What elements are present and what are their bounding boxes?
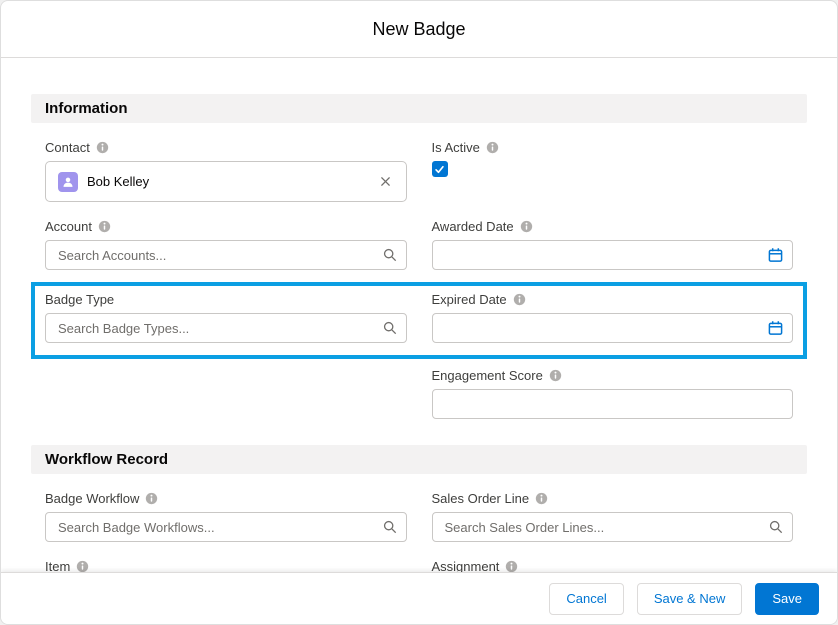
search-icon xyxy=(383,248,397,262)
contact-field: Contact Bob Kelley xyxy=(45,139,407,202)
info-icon xyxy=(96,141,109,154)
expired-date-label: Expired Date xyxy=(431,291,507,307)
engagement-score-label: Engagement Score xyxy=(431,367,543,383)
info-icon xyxy=(145,492,158,505)
badge-type-field: Badge Type xyxy=(45,291,407,343)
info-icon xyxy=(535,492,548,505)
section-header-workflow-record: Workflow Record xyxy=(31,445,807,474)
awarded-date-input[interactable] xyxy=(431,240,793,270)
info-icon xyxy=(76,560,89,573)
search-icon xyxy=(383,321,397,335)
info-icon xyxy=(505,560,518,573)
expired-date-input[interactable] xyxy=(431,313,793,343)
engagement-score-input[interactable] xyxy=(431,389,793,419)
badge-type-label: Badge Type xyxy=(45,291,115,307)
engagement-score-field: Engagement Score xyxy=(431,367,793,419)
new-badge-modal: New Badge Information Contact Bob Kelley xyxy=(0,0,838,625)
badge-workflow-search-input[interactable] xyxy=(45,512,407,542)
modal-body: Information Contact Bob Kelley Is Active… xyxy=(1,94,837,610)
info-icon xyxy=(513,293,526,306)
sales-order-line-label: Sales Order Line xyxy=(431,490,530,506)
empty-cell xyxy=(45,367,407,419)
expired-date-field: Expired Date xyxy=(431,291,793,343)
modal-footer: Cancel Save & New Save xyxy=(1,572,837,624)
form-row: Badge Type Expired Date xyxy=(35,291,803,355)
is-active-label: Is Active xyxy=(431,139,480,155)
search-icon xyxy=(383,520,397,534)
remove-contact-icon[interactable] xyxy=(377,173,394,190)
cancel-button[interactable]: Cancel xyxy=(549,582,624,615)
contact-lookup-pill[interactable]: Bob Kelley xyxy=(45,161,407,202)
account-search-input[interactable] xyxy=(45,240,407,270)
modal-header: New Badge xyxy=(1,1,837,58)
calendar-icon[interactable] xyxy=(768,321,783,336)
contact-avatar-icon xyxy=(58,171,78,192)
info-icon xyxy=(486,141,499,154)
form-row: Account Awarded Date xyxy=(31,218,807,270)
account-field: Account xyxy=(45,218,407,270)
info-icon xyxy=(98,220,111,233)
is-active-checkbox[interactable] xyxy=(431,161,448,177)
section-header-information: Information xyxy=(31,94,807,123)
info-icon xyxy=(520,220,533,233)
save-and-new-button[interactable]: Save & New xyxy=(636,582,743,615)
contact-selected-value: Bob Kelley xyxy=(87,174,150,189)
badge-workflow-field: Badge Workflow xyxy=(45,490,407,542)
form-row: Contact Bob Kelley Is Active xyxy=(31,139,807,202)
badge-type-search-input[interactable] xyxy=(45,313,407,343)
account-label: Account xyxy=(45,218,92,234)
calendar-icon[interactable] xyxy=(768,248,783,263)
modal-title: New Badge xyxy=(372,18,466,39)
highlight-annotation: Badge Type Expired Date xyxy=(31,282,807,359)
section-title: Workflow Record xyxy=(45,451,169,468)
form-row: Badge Workflow Sales Order Line xyxy=(31,490,807,542)
form-row: Engagement Score xyxy=(31,367,807,419)
sales-order-line-search-input[interactable] xyxy=(431,512,793,542)
sales-order-line-field: Sales Order Line xyxy=(431,490,793,542)
contact-label: Contact xyxy=(45,139,90,155)
is-active-field: Is Active xyxy=(431,139,794,202)
info-icon xyxy=(549,369,562,382)
search-icon xyxy=(769,520,783,534)
awarded-date-label: Awarded Date xyxy=(431,218,514,234)
save-button[interactable]: Save xyxy=(755,582,819,615)
section-title: Information xyxy=(45,100,128,117)
awarded-date-field: Awarded Date xyxy=(431,218,793,270)
badge-workflow-label: Badge Workflow xyxy=(45,490,140,506)
